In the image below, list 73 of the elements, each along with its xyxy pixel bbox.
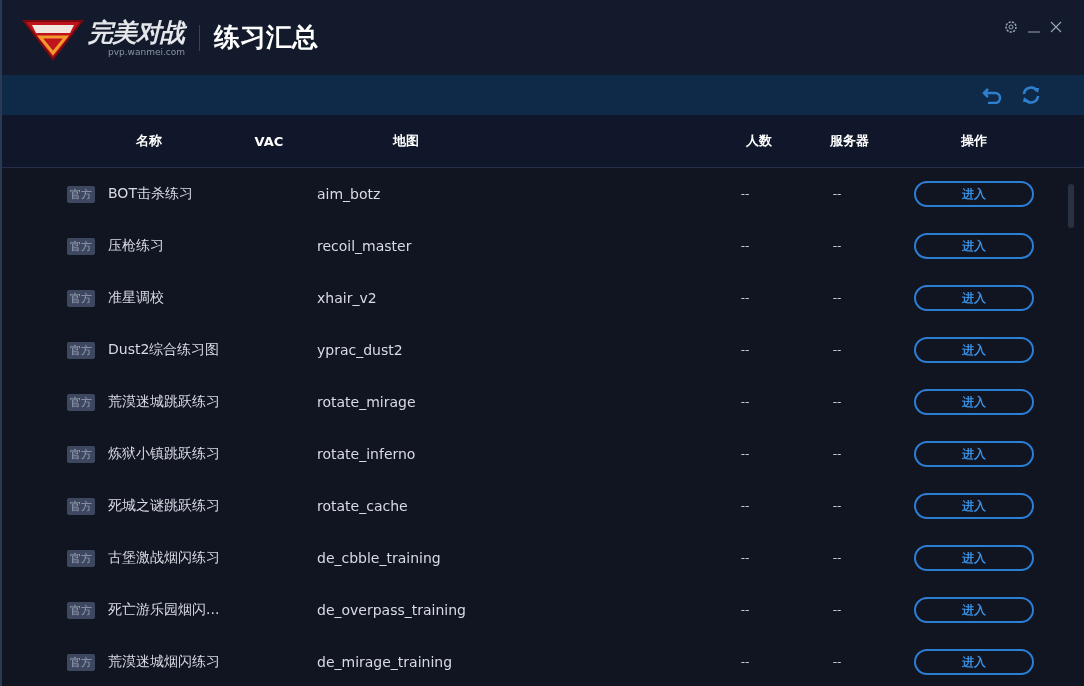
practice-name: 准星调校 [108,289,165,307]
server-cell-text: -- [831,239,843,253]
practice-name: 荒漠迷城跳跃练习 [108,393,221,411]
server-cell-text: -- [831,655,843,669]
enter-button[interactable]: 进入 [914,233,1034,259]
official-tag: 官方 [67,653,95,671]
official-tag: 官方 [67,185,95,203]
close-icon[interactable] [1050,21,1062,33]
official-tag: 官方 [67,393,95,411]
server-cell-text: -- [831,291,843,305]
official-tag: 官方 [67,549,95,567]
practice-name: BOT击杀练习 [108,185,194,203]
map-name: rotate_mirage [317,394,417,410]
official-tag: 官方 [67,341,95,359]
player-count: -- [739,395,751,409]
practice-name: 压枪练习 [108,237,165,255]
practice-name: 死亡游乐园烟闪... [108,601,221,619]
server-cell-text: -- [831,551,843,565]
undo-icon[interactable] [982,86,1002,104]
enter-button[interactable]: 进入 [914,597,1034,623]
player-count: -- [739,499,751,513]
brand-url: pvp.wanmei.com [108,46,186,57]
enter-button[interactable]: 进入 [914,649,1034,675]
server-cell-text: -- [831,447,843,461]
map-name: de_mirage_training [317,654,454,670]
enter-button[interactable]: 进入 [914,181,1034,207]
practice-name: 古堡激战烟闪练习 [108,549,221,567]
practice-name: 荒漠迷城烟闪练习 [108,653,221,671]
map-name: recoil_master [317,238,413,254]
map-name: rotate_inferno [317,446,417,462]
settings-icon[interactable] [1004,20,1018,34]
player-count: -- [739,447,751,461]
scrollbar-thumb[interactable] [1068,184,1074,228]
practice-name: 炼狱小镇跳跃练习 [108,445,221,463]
practice-name: Dust2综合练习图 [108,341,221,359]
column-header: VAC [253,133,285,149]
player-count: -- [739,551,751,565]
enter-button[interactable]: 进入 [914,493,1034,519]
player-count: -- [739,655,751,669]
official-tag: 官方 [67,445,95,463]
column-header: 人数 [745,132,773,150]
map-name: yprac_dust2 [317,342,404,358]
practice-name: 死城之谜跳跃练习 [108,497,221,515]
player-count: -- [739,603,751,617]
enter-button[interactable]: 进入 [914,389,1034,415]
server-cell-text: -- [831,343,843,357]
official-tag: 官方 [67,237,95,255]
server-cell-text: -- [831,499,843,513]
official-tag: 官方 [67,601,95,619]
official-tag: 官方 [67,289,95,307]
map-name: rotate_cache [317,498,409,514]
refresh-icon[interactable] [1020,85,1042,105]
map-name: de_cbble_training [317,550,442,566]
official-tag: 官方 [67,497,95,515]
column-header: 名称 [135,132,163,150]
player-count: -- [739,291,751,305]
player-count: -- [739,239,751,253]
column-header: 地图 [391,132,420,150]
column-header: 操作 [960,132,988,150]
enter-button[interactable]: 进入 [914,545,1034,571]
map-name: aim_botz [317,186,382,202]
server-cell-text: -- [831,187,843,201]
enter-button[interactable]: 进入 [914,441,1034,467]
window-title: 练习汇总 [214,21,319,54]
column-header: 服务器 [828,132,870,150]
map-name: xhair_v2 [317,290,378,306]
server-cell-text: -- [831,603,843,617]
enter-button[interactable]: 进入 [914,285,1034,311]
player-count: -- [739,187,751,201]
map-name: de_overpass_training [317,602,467,618]
enter-button[interactable]: 进入 [914,337,1034,363]
player-count: -- [739,343,751,357]
server-cell-text: -- [831,395,843,409]
